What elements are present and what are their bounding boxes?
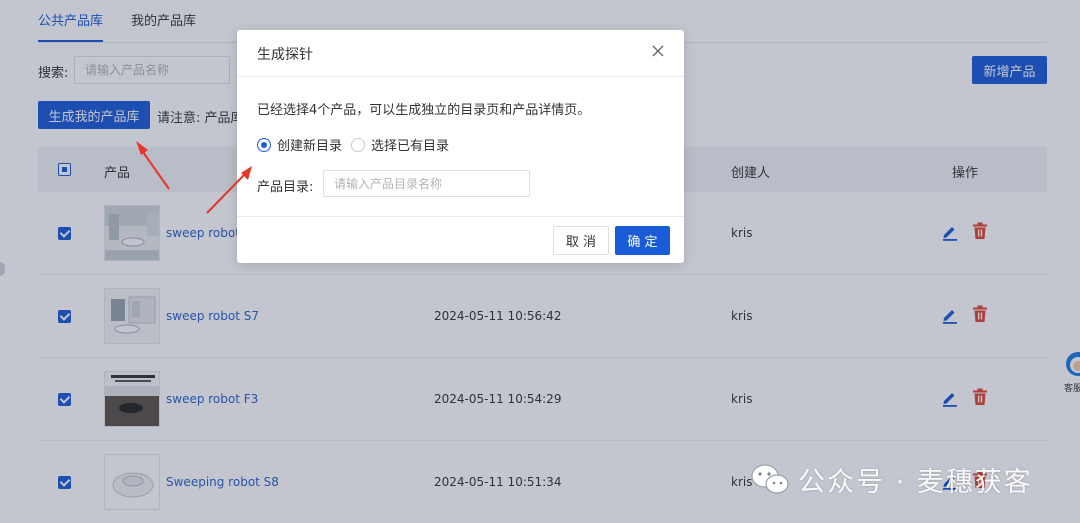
wechat-icon: [751, 463, 789, 494]
generate-probe-dialog: 生成探针 已经选择4个产品，可以生成独立的目录页和产品详情页。 创建新目录 选择…: [237, 30, 684, 263]
directory-name-input[interactable]: [323, 170, 530, 197]
radio-create-new-label: 创建新目录: [277, 139, 343, 154]
dialog-header-divider: [237, 76, 684, 77]
dialog-footer-divider: [237, 216, 684, 217]
directory-label: 产品目录:: [257, 180, 314, 195]
radio-select-existing[interactable]: 选择已有目录: [351, 135, 449, 154]
close-icon[interactable]: [651, 44, 665, 58]
watermark: 公众号 · 麦穗获客: [750, 460, 1033, 499]
dialog-message: 已经选择4个产品，可以生成独立的目录页和产品详情页。: [257, 103, 591, 118]
radio-create-new[interactable]: 创建新目录: [257, 135, 342, 154]
watermark-text: 公众号 · 麦穗获客: [798, 467, 1033, 498]
radio-select-existing-label: 选择已有目录: [371, 139, 450, 154]
confirm-button[interactable]: 确 定: [615, 226, 670, 255]
dialog-title: 生成探针: [257, 47, 313, 63]
cancel-button[interactable]: 取 消: [553, 226, 609, 255]
radio-button[interactable]: [351, 137, 365, 152]
radio-button-selected[interactable]: [257, 137, 271, 152]
